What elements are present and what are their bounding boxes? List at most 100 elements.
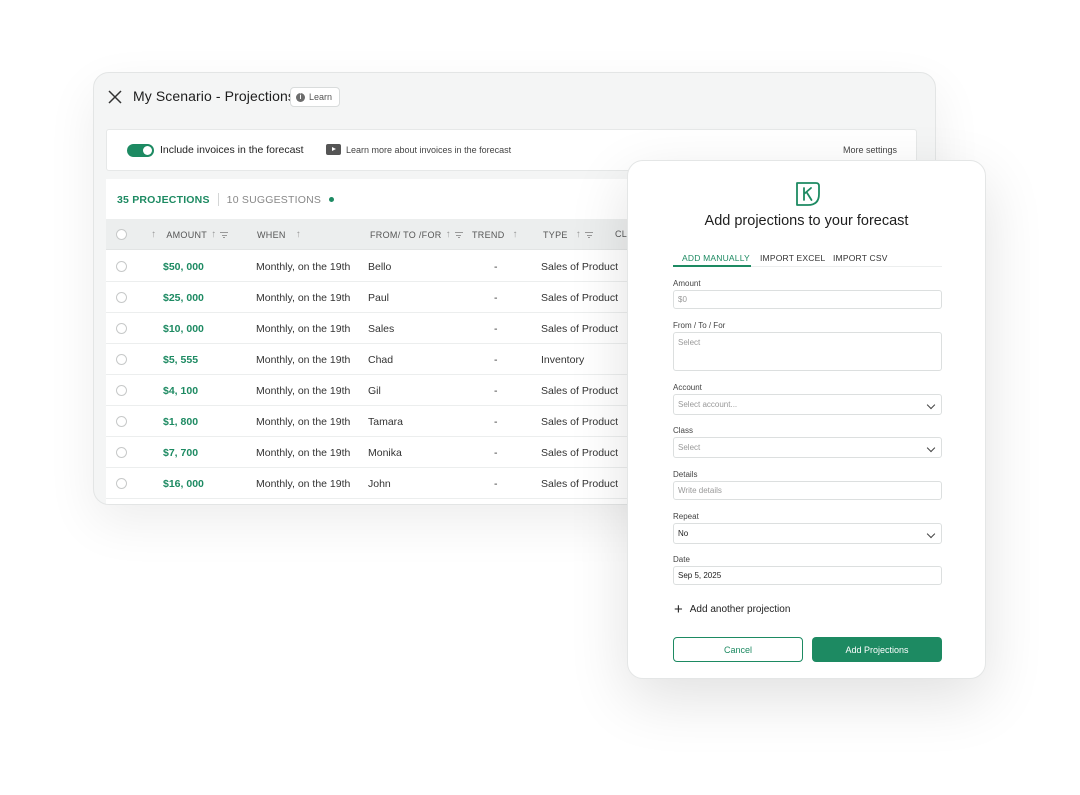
row-trend: - (494, 292, 498, 304)
row-when: Monthly, on the 19th (256, 447, 351, 459)
row-amount: $25, 000 (163, 292, 204, 304)
row-party: Chad (368, 354, 394, 366)
sort-arrow-icon[interactable]: ↑ (513, 229, 518, 240)
row-type: Sales of Product (541, 323, 619, 335)
from-to-for-label: From / To / For (673, 321, 726, 330)
select-all-radio[interactable] (116, 229, 127, 240)
row-type: Sales of Product (541, 385, 619, 397)
row-select-radio[interactable] (116, 354, 127, 365)
toggle-label: Include invoices in the forecast (160, 144, 304, 156)
active-tab-underline (673, 265, 751, 267)
row-when: Monthly, on the 19th (256, 354, 351, 366)
video-link[interactable]: Learn more about invoices in the forecas… (346, 145, 511, 155)
row-trend: - (494, 447, 498, 459)
repeat-select[interactable]: No (673, 523, 942, 544)
column-cl[interactable]: CL (615, 229, 627, 239)
modal-title: Add projections to your forecast (704, 213, 909, 229)
from-to-for-select[interactable]: Select (673, 332, 942, 371)
sort-arrow-icon[interactable]: ↑ (151, 229, 156, 240)
row-type: Inventory (541, 354, 585, 366)
include-invoices-toggle[interactable] (127, 144, 154, 157)
repeat-label: Repeat (673, 512, 699, 521)
account-label: Account (673, 383, 702, 392)
add-projections-button[interactable]: Add Projections (812, 637, 942, 662)
column-amount[interactable]: ↑ AMOUNT ↑ (151, 229, 229, 240)
row-amount: $50, 000 (163, 261, 204, 273)
column-trend[interactable]: TREND ↑ (472, 229, 518, 240)
row-select-radio[interactable] (116, 447, 127, 458)
account-select-value: Select account... (678, 400, 738, 409)
class-select[interactable]: Select (673, 437, 942, 458)
row-party: Sales (368, 323, 395, 335)
date-label: Date (673, 555, 690, 564)
amount-input[interactable]: $0 (673, 290, 942, 309)
row-select-radio[interactable] (116, 478, 127, 489)
modal-tabs: ADD MANUALLY IMPORT EXCEL IMPORT CSV (673, 251, 942, 267)
projection-tabs: 35 PROJECTIONS 10 SUGGESTIONS (117, 193, 335, 206)
column-type[interactable]: TYPE ↑ (543, 229, 594, 240)
row-amount: $1, 800 (163, 416, 199, 428)
row-select-radio[interactable] (116, 261, 127, 272)
sort-arrow-icon[interactable]: ↑ (446, 229, 451, 240)
details-input[interactable]: Write details (673, 481, 942, 500)
more-settings-link[interactable]: More settings (843, 145, 897, 155)
add-another-label: Add another projection (689, 604, 791, 615)
filter-icon[interactable] (585, 231, 594, 238)
row-select-radio[interactable] (116, 385, 127, 396)
filter-icon[interactable] (220, 231, 229, 238)
sort-arrow-icon[interactable]: ↑ (576, 229, 581, 240)
column-when-label: WHEN (257, 229, 286, 240)
suggestions-indicator-dot (329, 197, 335, 202)
column-trend-label: TREND (472, 229, 505, 240)
row-select-radio[interactable] (116, 323, 127, 334)
row-type: Sales of Product (541, 261, 619, 273)
row-party: Bello (368, 261, 392, 273)
row-amount: $16, 000 (163, 478, 204, 490)
row-when: Monthly, on the 19th (256, 261, 351, 273)
tab-import-csv[interactable]: IMPORT CSV (833, 253, 888, 263)
column-when[interactable]: WHEN ↑ (257, 229, 301, 240)
plus-icon: + (674, 601, 683, 618)
video-icon[interactable] (326, 144, 341, 155)
row-party: John (368, 478, 391, 490)
class-label: Class (673, 426, 694, 435)
row-trend: - (494, 323, 498, 335)
column-from-to-for-label: FROM/ TO /FOR (370, 229, 442, 240)
date-input[interactable]: Sep 5, 2025 (673, 566, 942, 585)
row-amount: $4, 100 (163, 385, 199, 397)
close-icon[interactable] (108, 90, 122, 104)
cancel-button[interactable]: Cancel (673, 637, 803, 662)
repeat-select-value: No (678, 529, 689, 538)
tab-suggestions[interactable]: 10 SUGGESTIONS (227, 194, 321, 206)
row-select-radio[interactable] (116, 292, 127, 303)
row-trend: - (494, 261, 498, 273)
row-when: Monthly, on the 19th (256, 292, 351, 304)
amount-label: Amount (673, 279, 701, 288)
chevron-down-icon (926, 400, 936, 410)
tab-import-excel[interactable]: IMPORT EXCEL (760, 253, 825, 263)
column-amount-label: AMOUNT (166, 229, 208, 240)
column-type-label: TYPE (543, 229, 568, 240)
sort-arrow-icon[interactable]: ↑ (296, 229, 301, 240)
learn-button[interactable]: i Learn (290, 87, 341, 107)
tab-projections[interactable]: 35 PROJECTIONS (117, 194, 210, 206)
tab-add-manually[interactable]: ADD MANUALLY (682, 253, 750, 263)
row-party: Paul (368, 292, 390, 304)
account-select[interactable]: Select account... (673, 394, 942, 415)
row-trend: - (494, 385, 498, 397)
sort-arrow-icon[interactable]: ↑ (211, 229, 216, 240)
column-from-to-for[interactable]: FROM/ TO /FOR ↑ (370, 229, 463, 240)
add-another-projection-button[interactable]: + Add another projection (674, 602, 790, 617)
row-type: Sales of Product (541, 447, 619, 459)
filter-icon[interactable] (454, 231, 463, 238)
learn-label: Learn (309, 92, 333, 102)
title-bar: My Scenario - Projections i Learn (94, 73, 935, 123)
row-select-radio[interactable] (116, 416, 127, 427)
row-party: Monika (368, 447, 402, 459)
row-when: Monthly, on the 19th (256, 416, 351, 428)
row-amount: $10, 000 (163, 323, 204, 335)
row-trend: - (494, 416, 498, 428)
details-label: Details (673, 470, 698, 479)
row-party: Tamara (368, 416, 404, 428)
row-when: Monthly, on the 19th (256, 385, 351, 397)
